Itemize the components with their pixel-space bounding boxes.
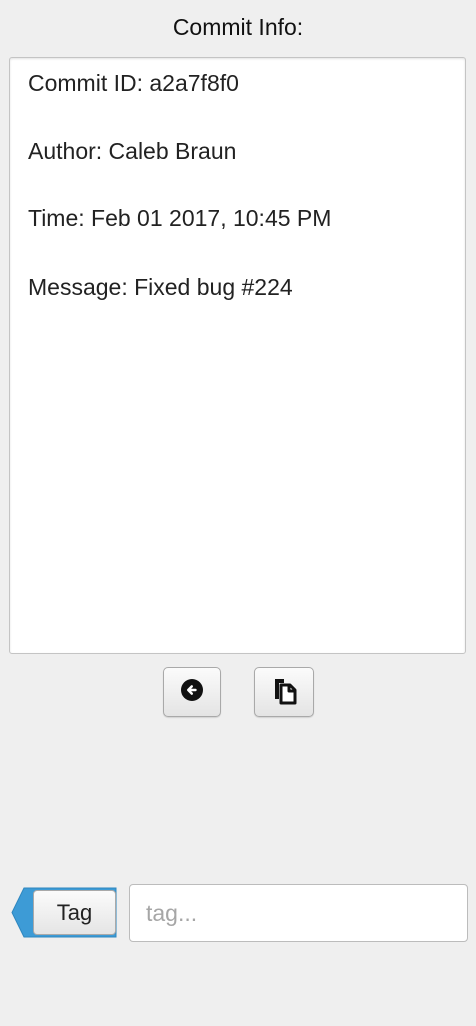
commit-info-panel: Commit ID: a2a7f8f0 Author: Caleb Braun … [9, 57, 466, 654]
arrow-left-circle-icon [180, 678, 204, 707]
commit-message-text: Message: Fixed bug #224 [28, 274, 293, 300]
copy-button[interactable] [254, 667, 314, 717]
commit-author-text: Author: Caleb Braun [28, 138, 237, 164]
clipboard-copy-icon [270, 675, 298, 710]
page-title: Commit Info: [172, 14, 304, 40]
tag-button[interactable]: Tag [33, 890, 116, 935]
commit-id-text: Commit ID: a2a7f8f0 [28, 70, 239, 96]
commit-time-text: Time: Feb 01 2017, 10:45 PM [28, 205, 332, 231]
tag-input[interactable] [129, 884, 468, 942]
back-button[interactable] [163, 667, 221, 717]
